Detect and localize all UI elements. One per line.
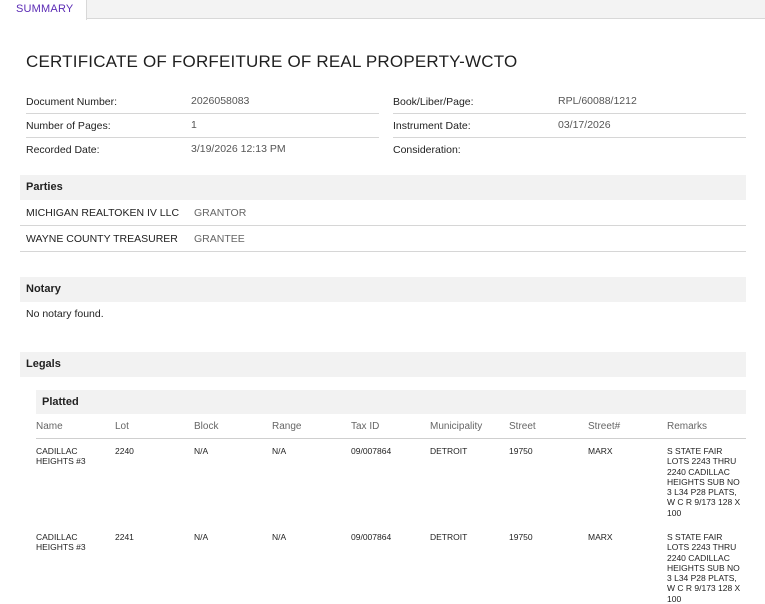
cell-block: N/A <box>194 532 209 542</box>
column-header-street: Street <box>509 421 536 432</box>
cell-name: CADILLAC HEIGHTS #3 <box>36 446 86 467</box>
book-liber-page-label: Book/Liber/Page: <box>393 96 474 108</box>
cell-municipality: DETROIT <box>430 446 468 456</box>
party-row: MICHIGAN REALTOKEN IV LLC GRANTOR <box>20 200 746 226</box>
column-header-tax-id: Tax ID <box>351 421 380 432</box>
recorded-date-value: 3/19/2026 12:13 PM <box>191 143 286 155</box>
number-of-pages-field: Number of Pages: 1 <box>26 114 379 138</box>
consideration-label: Consideration: <box>393 144 461 156</box>
table-row: CADILLAC HEIGHTS #3 2240 N/A N/A 09/0078… <box>36 446 746 522</box>
cell-lot: 2241 <box>115 532 134 542</box>
page-title: CERTIFICATE OF FORFEITURE OF REAL PROPER… <box>26 52 518 71</box>
legals-heading: Legals <box>20 352 746 377</box>
consideration-field: Consideration: <box>393 138 746 162</box>
cell-tax-id: 09/007864 <box>351 446 392 456</box>
number-of-pages-value: 1 <box>191 119 197 131</box>
book-liber-page-field: Book/Liber/Page: RPL/60088/1212 <box>393 90 746 114</box>
party-name: MICHIGAN REALTOKEN IV LLC <box>26 207 180 219</box>
cell-street-number: MARX <box>588 446 613 456</box>
column-header-lot: Lot <box>115 421 129 432</box>
document-number-label: Document Number: <box>26 96 118 108</box>
column-header-street-number: Street# <box>588 421 621 432</box>
tab-bar: SUMMARY <box>0 0 765 20</box>
cell-name: CADILLAC HEIGHTS #3 <box>36 532 86 553</box>
party-name: WAYNE COUNTY TREASURER <box>26 233 178 245</box>
instrument-date-label: Instrument Date: <box>393 120 471 132</box>
cell-lot: 2240 <box>115 446 134 456</box>
cell-street: 19750 <box>509 532 533 542</box>
recorded-date-field: Recorded Date: 3/19/2026 12:13 PM <box>26 138 379 162</box>
platted-table-header: Name Lot Block Range Tax ID Municipality… <box>36 415 746 439</box>
notary-message: No notary found. <box>26 308 104 320</box>
instrument-date-field: Instrument Date: 03/17/2026 <box>393 114 746 138</box>
book-liber-page-value: RPL/60088/1212 <box>558 95 637 107</box>
cell-range: N/A <box>272 532 287 542</box>
instrument-date-value: 03/17/2026 <box>558 119 611 131</box>
document-number-value: 2026058083 <box>191 95 250 107</box>
cell-street: 19750 <box>509 446 533 456</box>
platted-heading: Platted <box>36 390 746 414</box>
cell-street-number: MARX <box>588 532 613 542</box>
cell-block: N/A <box>194 446 209 456</box>
cell-remarks: S STATE FAIR LOTS 2243 THRU 2240 CADILLA… <box>667 446 741 518</box>
column-header-block: Block <box>194 421 219 432</box>
party-role: GRANTEE <box>194 233 245 245</box>
recorded-date-label: Recorded Date: <box>26 144 100 156</box>
column-header-municipality: Municipality <box>430 421 483 432</box>
column-header-name: Name <box>36 421 63 432</box>
document-number-field: Document Number: 2026058083 <box>26 90 379 114</box>
tab-summary[interactable]: SUMMARY <box>0 0 87 20</box>
notary-heading: Notary <box>20 277 746 302</box>
column-header-range: Range <box>272 421 302 432</box>
cell-remarks: S STATE FAIR LOTS 2243 THRU 2240 CADILLA… <box>667 532 741 604</box>
party-role: GRANTOR <box>194 207 247 219</box>
cell-range: N/A <box>272 446 287 456</box>
table-row: CADILLAC HEIGHTS #3 2241 N/A N/A 09/0078… <box>36 532 746 604</box>
number-of-pages-label: Number of Pages: <box>26 120 111 132</box>
cell-tax-id: 09/007864 <box>351 532 392 542</box>
party-row: WAYNE COUNTY TREASURER GRANTEE <box>20 226 746 252</box>
parties-heading: Parties <box>20 175 746 200</box>
cell-municipality: DETROIT <box>430 532 468 542</box>
column-header-remarks: Remarks <box>667 421 708 432</box>
